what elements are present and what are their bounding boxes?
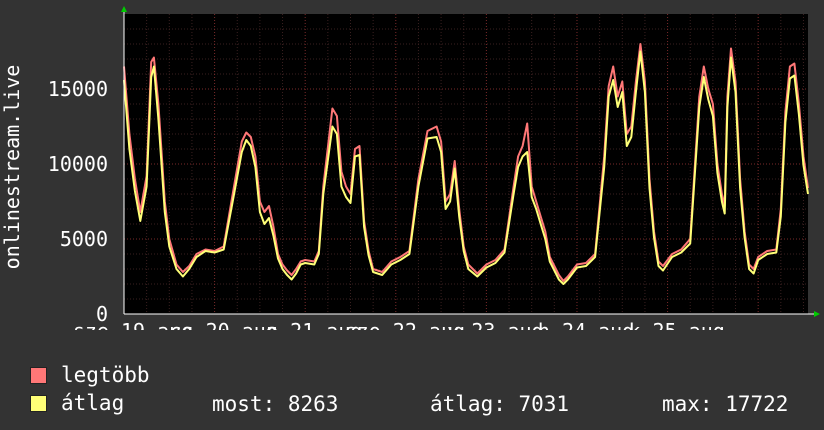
legend-swatch-avg [30,394,47,412]
y-axis-label: onlinestream.live [0,65,24,270]
legend-item-max: legtöbb [30,362,150,388]
y-tick-label: 5000 [60,227,108,251]
x-tick-label: h 24 aug [538,319,634,330]
x-tick-label: v 23 aug [447,319,543,330]
stat-max: max: 17722 [662,392,789,416]
x-axis-arrow [814,311,820,317]
x-tick-label: cs 20 aug [169,319,277,330]
legend-label-avg: átlag [61,391,125,415]
stat-avg: átlag: 7031 [430,392,570,416]
chart: 050001000015000sze 19 augcs 20 augp 21 a… [0,6,820,330]
y-tick-label: 15000 [48,77,108,101]
y-axis-arrow [121,6,127,12]
stat-now: most: 8263 [212,392,339,416]
x-tick-label: k 25 aug [628,319,724,330]
legend-swatch-max [30,366,47,384]
legend-label-max: legtöbb [61,363,150,387]
legend-item-avg: átlag most: 8263 átlag: 7031 max: 17722 [30,390,810,416]
y-tick-label: 10000 [48,152,108,176]
